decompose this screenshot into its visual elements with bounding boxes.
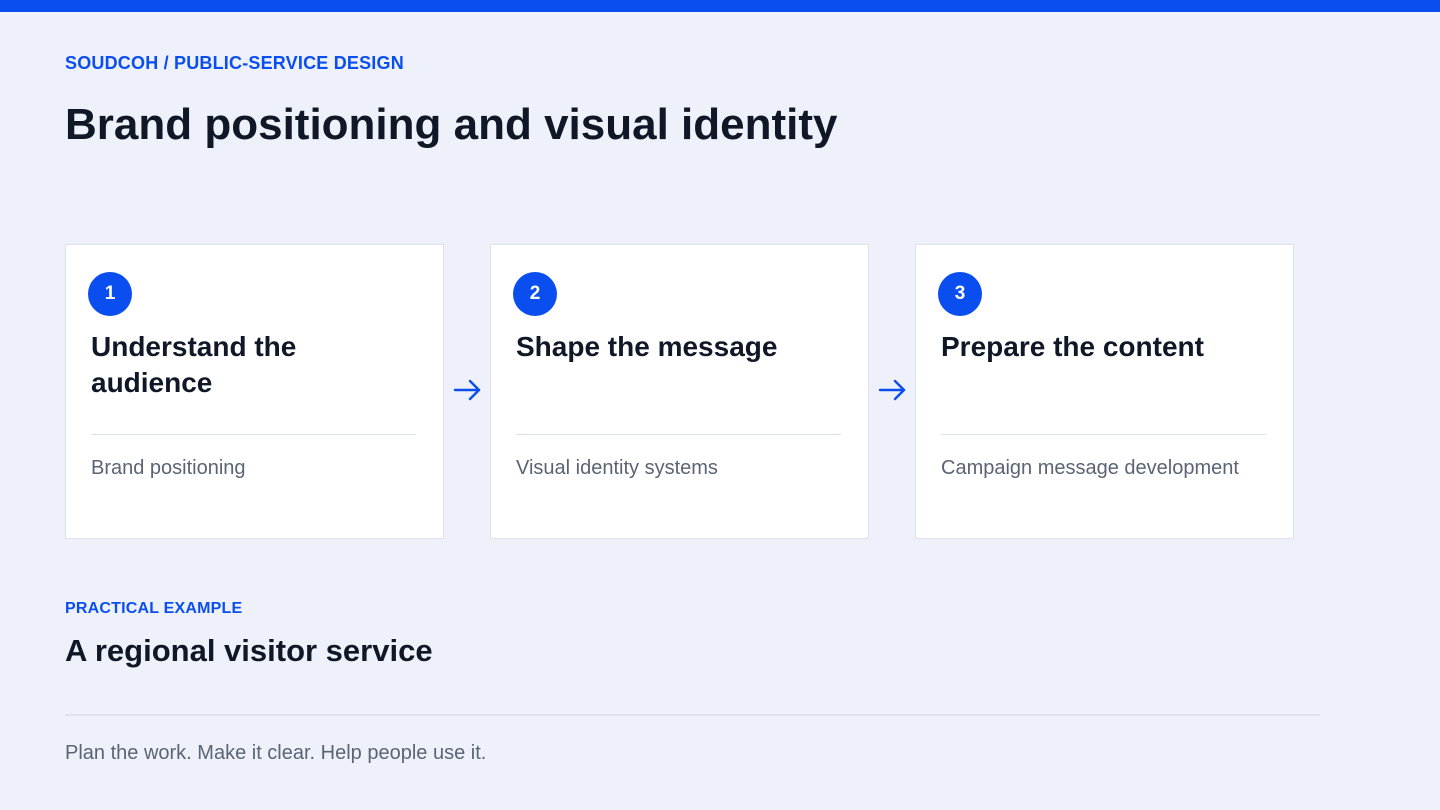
arrow-right-icon (453, 379, 481, 401)
step-card-prepare-content: 3 Prepare the content Campaign message d… (915, 244, 1294, 539)
example-label: PRACTICAL EXAMPLE (65, 600, 243, 617)
footer-divider (65, 714, 1320, 716)
step-card-shape-message: 2 Shape the message Visual identity syst… (490, 244, 869, 539)
step-description: Visual identity systems (516, 457, 718, 479)
card-divider (516, 434, 841, 435)
step-card-understand-audience: 1 Understand the audience Brand position… (65, 244, 444, 539)
breadcrumb: SOUDCOH / PUBLIC-SERVICE DESIGN (65, 53, 404, 73)
page-title: Brand positioning and visual identity (65, 100, 838, 149)
step-number-badge: 2 (513, 272, 557, 316)
step-number-badge: 1 (88, 272, 132, 316)
tagline: Plan the work. Make it clear. Help peopl… (65, 742, 487, 764)
example-title: A regional visitor service (65, 633, 433, 668)
step-title: Prepare the content (941, 331, 1204, 362)
arrow-right-icon (878, 379, 906, 401)
card-divider (941, 434, 1266, 435)
step-title: Understand the audience (91, 331, 297, 398)
card-divider (91, 434, 416, 435)
step-description: Brand positioning (91, 457, 246, 479)
step-title: Shape the message (516, 331, 778, 362)
step-description: Campaign message development (941, 457, 1239, 479)
step-number-badge: 3 (938, 272, 982, 316)
top-accent-bar (0, 0, 1440, 12)
